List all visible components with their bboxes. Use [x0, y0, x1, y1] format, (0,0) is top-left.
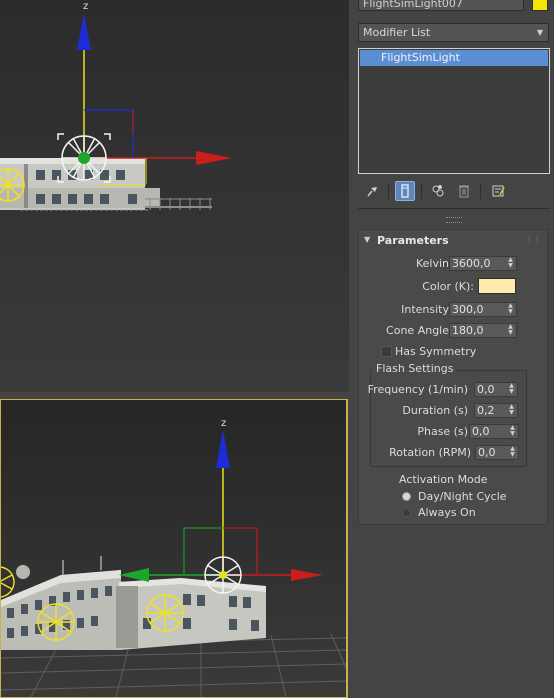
- flight-light-selected[interactable]: [204, 556, 242, 594]
- drag-handle-icon[interactable]: ⋮⋮: [525, 235, 541, 244]
- cone-angle-spinner[interactable]: 180,0 ▲ ▼: [449, 323, 517, 338]
- viewport-top-scene: z: [0, 1, 232, 211]
- phase-value: 0,0: [472, 425, 490, 438]
- radio-label-always-on: Always On: [418, 506, 476, 519]
- rotation-label: Rotation (RPM): [389, 446, 471, 459]
- kelvin-value: 3600,0: [452, 257, 491, 270]
- configure-modifier-sets-icon[interactable]: [488, 181, 508, 201]
- pin-icon[interactable]: [362, 181, 382, 201]
- spinner-arrows-icon[interactable]: ▲ ▼: [507, 383, 516, 396]
- phase-label: Phase (s): [417, 425, 468, 438]
- modifier-list-label: Modifier List: [363, 26, 431, 39]
- command-panel-modify: FlightSimLight007 Modifier List ▼ Flight…: [354, 0, 554, 698]
- kelvin-row: Kelvin 3600,0 ▲ ▼: [359, 255, 549, 272]
- radio-label-day-night: Day/Night Cycle: [418, 490, 507, 503]
- make-unique-icon[interactable]: [428, 181, 448, 201]
- spinner-arrows-icon[interactable]: ▲ ▼: [508, 446, 517, 459]
- intensity-value: 300,0: [452, 303, 484, 316]
- object-name-field[interactable]: FlightSimLight007: [358, 0, 524, 11]
- phase-row: Phase (s) 0,0 ▲ ▼: [359, 423, 549, 440]
- duration-row: Duration (s) 0,2 ▲ ▼: [359, 402, 549, 419]
- radio-always-on[interactable]: Always On: [359, 504, 549, 521]
- rotation-spinner[interactable]: 0,0 ▲ ▼: [475, 445, 519, 460]
- has-symmetry-row: Has Symmetry: [359, 343, 549, 360]
- stack-item-flightsimlight[interactable]: FlightSimLight: [360, 50, 548, 66]
- cone-angle-row: Cone Angle 180,0 ▲ ▼: [359, 322, 549, 339]
- frequency-row: Frequency (1/min) 0,0 ▲ ▼: [359, 381, 549, 398]
- spinner-arrows-icon[interactable]: ▲ ▼: [507, 404, 516, 417]
- duration-value: 0,2: [477, 404, 495, 417]
- panel-resize-grip[interactable]: [446, 217, 462, 223]
- has-symmetry-checkbox[interactable]: [381, 346, 392, 357]
- activation-mode-title: Activation Mode: [399, 473, 488, 486]
- collapse-triangle-icon: ▼: [364, 235, 371, 244]
- flight-light-yellow-1: [1, 566, 15, 598]
- z-axis-label: z: [221, 418, 226, 429]
- color-label: Color (K):: [422, 280, 474, 293]
- flight-light-yellow-3: [146, 594, 184, 632]
- modifier-stack-toolbar: [358, 180, 550, 204]
- frequency-label: Frequency (1/min): [367, 383, 468, 396]
- viewport-perspective[interactable]: z: [0, 399, 348, 698]
- kelvin-label: Kelvin: [415, 257, 449, 270]
- show-end-result-icon[interactable]: [395, 181, 415, 201]
- has-symmetry-label: Has Symmetry: [395, 345, 477, 358]
- parameters-rollout: ▼ Parameters ⋮⋮ Kelvin 3600,0 ▲ ▼ Color (…: [358, 229, 548, 525]
- radio-day-night[interactable]: Day/Night Cycle: [359, 488, 549, 505]
- viewport-divider-horizontal[interactable]: [0, 392, 350, 399]
- rotation-value: 0,0: [478, 446, 496, 459]
- spinner-arrows-icon[interactable]: ▲ ▼: [506, 303, 515, 316]
- viewport-perspective-scene: z: [1, 418, 346, 697]
- intensity-label: Intensity: [401, 303, 449, 316]
- duration-label: Duration (s): [402, 404, 468, 417]
- parameters-rollout-header[interactable]: ▼ Parameters ⋮⋮: [359, 232, 547, 250]
- toolbar-separator: [480, 183, 481, 199]
- frequency-value: 0,0: [477, 383, 495, 396]
- kelvin-spinner[interactable]: 3600,0 ▲ ▼: [449, 256, 517, 271]
- chevron-down-icon: ▼: [536, 28, 543, 37]
- toolbar-separator: [421, 183, 422, 199]
- cone-angle-value: 180,0: [452, 324, 484, 337]
- spinner-arrows-icon[interactable]: ▲ ▼: [508, 425, 517, 438]
- remove-modifier-icon[interactable]: [454, 181, 474, 201]
- rollout-title: Parameters: [377, 234, 449, 247]
- flash-settings-title: Flash Settings: [373, 362, 457, 375]
- cone-angle-label: Cone Angle: [386, 324, 449, 337]
- intensity-spinner[interactable]: 300,0 ▲ ▼: [449, 302, 517, 317]
- duration-spinner[interactable]: 0,2 ▲ ▼: [474, 403, 518, 418]
- radio-button-unselected[interactable]: [402, 508, 411, 517]
- radio-button-selected[interactable]: [402, 492, 411, 501]
- color-swatch[interactable]: [478, 278, 516, 294]
- spinner-arrows-icon[interactable]: ▲ ▼: [506, 257, 515, 270]
- panel-separator: [358, 208, 550, 209]
- z-axis-label: z: [83, 1, 88, 12]
- phase-spinner[interactable]: 0,0 ▲ ▼: [469, 424, 519, 439]
- intensity-row: Intensity 300,0 ▲ ▼: [359, 301, 549, 318]
- flight-light-yellow-2: [37, 603, 75, 641]
- spinner-arrows-icon[interactable]: ▲ ▼: [506, 324, 515, 337]
- building-model: [1, 556, 266, 650]
- modifier-stack[interactable]: FlightSimLight: [358, 48, 550, 174]
- toolbar-separator: [388, 183, 389, 199]
- rotation-row: Rotation (RPM) 0,0 ▲ ▼: [359, 444, 549, 461]
- modifier-list-dropdown[interactable]: Modifier List ▼: [358, 23, 549, 42]
- color-row: Color (K):: [359, 278, 549, 295]
- viewport-top[interactable]: z: [0, 0, 349, 392]
- building-model: [0, 158, 212, 211]
- object-color-swatch[interactable]: [532, 0, 548, 11]
- frequency-spinner[interactable]: 0,0 ▲ ▼: [474, 382, 518, 397]
